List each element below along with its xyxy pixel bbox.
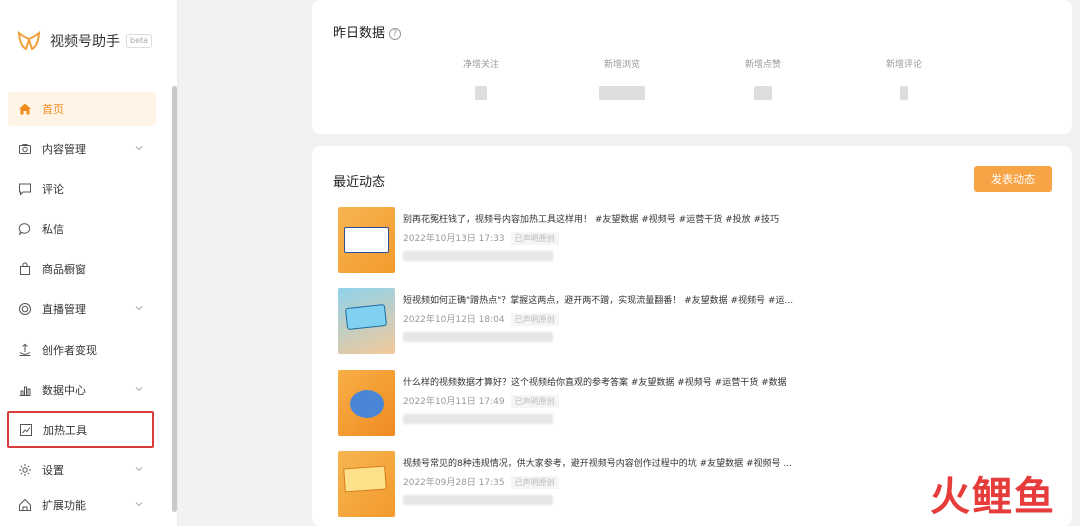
sidebar-item-comments[interactable]: 评论 xyxy=(8,172,156,206)
sidebar-item-settings[interactable]: 设置 xyxy=(8,453,156,487)
sidebar-scrollbar[interactable] xyxy=(172,86,177,512)
sidebar-item-monetize[interactable]: 创作者变现 xyxy=(8,333,156,367)
stat-value-blurred xyxy=(754,86,772,100)
monetize-icon xyxy=(18,343,32,357)
chevron-down-icon[interactable] xyxy=(134,303,144,313)
publish-post-button[interactable]: 发表动态 xyxy=(974,166,1052,192)
post-date: 2022年10月11日 17:49 已声明原创 xyxy=(403,394,559,408)
post-title[interactable]: 别再花冤枉钱了，视频号内容加热工具这样用！ #友望数据 #视频号 #运营干货 #… xyxy=(403,212,779,225)
stat-label: 新增评论 xyxy=(885,60,922,70)
stat-value-blurred xyxy=(900,86,908,100)
original-badge: 已声明原创 xyxy=(510,232,559,245)
sidebar-item-live[interactable]: 直播管理 xyxy=(8,292,156,326)
post-thumbnail[interactable] xyxy=(338,207,395,273)
trend-icon xyxy=(19,423,33,437)
stat-new-comments: 新增评论 xyxy=(859,57,949,100)
post-stats-blurred xyxy=(403,332,553,342)
sidebar: 视频号助手 beta 首页 内容管理 评论 私信 商品橱窗 直播管理 创作者变现… xyxy=(0,0,178,526)
stat-value-blurred xyxy=(599,86,645,100)
sidebar-item-label: 加热工具 xyxy=(43,423,87,437)
sidebar-item-label: 首页 xyxy=(42,103,64,116)
home-icon xyxy=(18,102,32,116)
sidebar-item-extensions[interactable]: 扩展功能 xyxy=(8,488,156,522)
sidebar-item-label: 设置 xyxy=(42,464,64,477)
sidebar-item-label: 扩展功能 xyxy=(42,499,86,512)
post-item[interactable]: 别再花冤枉钱了，视频号内容加热工具这样用！ #友望数据 #视频号 #运营干货 #… xyxy=(338,207,1038,273)
post-title[interactable]: 什么样的视频数据才算好？这个视频给你直观的参考答案 #友望数据 #视频号 #运营… xyxy=(403,375,787,388)
stat-new-views: 新增浏览 xyxy=(577,57,667,100)
post-thumbnail[interactable] xyxy=(338,288,395,354)
chevron-down-icon[interactable] xyxy=(134,143,144,153)
camera-icon xyxy=(18,142,32,156)
stat-label: 新增点赞 xyxy=(744,60,781,70)
post-item[interactable]: 什么样的视频数据才算好？这个视频给你直观的参考答案 #友望数据 #视频号 #运营… xyxy=(338,370,1038,436)
message-icon xyxy=(18,222,32,236)
original-badge: 已声明原创 xyxy=(510,476,559,489)
app-logo[interactable]: 视频号助手 beta xyxy=(16,28,153,54)
sidebar-item-label: 直播管理 xyxy=(42,303,86,316)
sidebar-item-label: 私信 xyxy=(42,223,64,236)
post-item[interactable]: 短视频如何正确"蹭热点"？掌握这两点，避开两不蹭，实现流量翻番！ #友望数据 #… xyxy=(338,288,1038,354)
post-title[interactable]: 视频号常见的8种违规情况，供大家参考，避开视频号内容创作过程中的坑 #友望数据 … xyxy=(403,456,792,469)
sidebar-item-shop[interactable]: 商品橱窗 xyxy=(8,252,156,286)
chevron-down-icon[interactable] xyxy=(134,499,144,509)
post-date: 2022年09月28日 17:35 已声明原创 xyxy=(403,475,559,489)
original-badge: 已声明原创 xyxy=(510,395,559,408)
chevron-down-icon[interactable] xyxy=(134,384,144,394)
comment-icon xyxy=(18,182,32,196)
sidebar-item-label: 创作者变现 xyxy=(42,344,97,357)
gear-icon xyxy=(18,463,32,477)
yesterday-data-card: 昨日数据? 净增关注 新增浏览 新增点赞 新增评论 xyxy=(312,0,1072,134)
sidebar-item-label: 数据中心 xyxy=(42,384,86,397)
stat-net-follows: 净增关注 xyxy=(436,57,526,100)
stat-new-likes: 新增点赞 xyxy=(718,57,808,100)
extension-icon xyxy=(18,498,32,512)
post-title[interactable]: 短视频如何正确"蹭热点"？掌握这两点，避开两不蹭，实现流量翻番！ #友望数据 #… xyxy=(403,293,793,306)
sidebar-item-boost-tools[interactable]: 加热工具 xyxy=(7,411,154,448)
post-date: 2022年10月12日 18:04 已声明原创 xyxy=(403,312,559,326)
help-icon[interactable]: ? xyxy=(389,28,402,40)
sidebar-item-label: 内容管理 xyxy=(42,143,86,156)
stat-label: 净增关注 xyxy=(462,60,499,70)
post-date: 2022年10月13日 17:33 已声明原创 xyxy=(403,231,559,245)
bar-chart-icon xyxy=(18,383,32,397)
shopping-bag-icon xyxy=(18,262,32,276)
chevron-down-icon[interactable] xyxy=(134,464,144,474)
sidebar-item-label: 商品橱窗 xyxy=(42,263,86,276)
sidebar-item-data-center[interactable]: 数据中心 xyxy=(8,373,156,407)
post-stats-blurred xyxy=(403,495,553,505)
beta-badge: beta xyxy=(126,34,153,48)
recent-title: 最近动态 xyxy=(333,175,386,190)
yesterday-title: 昨日数据? xyxy=(333,22,402,41)
app-title: 视频号助手 xyxy=(50,34,120,50)
sidebar-item-messages[interactable]: 私信 xyxy=(8,212,156,246)
post-stats-blurred xyxy=(403,414,553,424)
post-thumbnail[interactable] xyxy=(338,370,395,436)
logo-icon xyxy=(17,30,41,51)
sidebar-item-home[interactable]: 首页 xyxy=(8,92,156,126)
stat-value-blurred xyxy=(475,86,487,100)
post-stats-blurred xyxy=(403,251,553,261)
sidebar-item-label: 评论 xyxy=(42,183,64,196)
post-thumbnail[interactable] xyxy=(338,451,395,517)
sidebar-item-content[interactable]: 内容管理 xyxy=(8,132,156,166)
live-icon xyxy=(18,302,32,316)
watermark-logo: 火鲤鱼 xyxy=(930,474,1056,520)
stat-label: 新增浏览 xyxy=(603,60,640,70)
original-badge: 已声明原创 xyxy=(510,313,559,326)
